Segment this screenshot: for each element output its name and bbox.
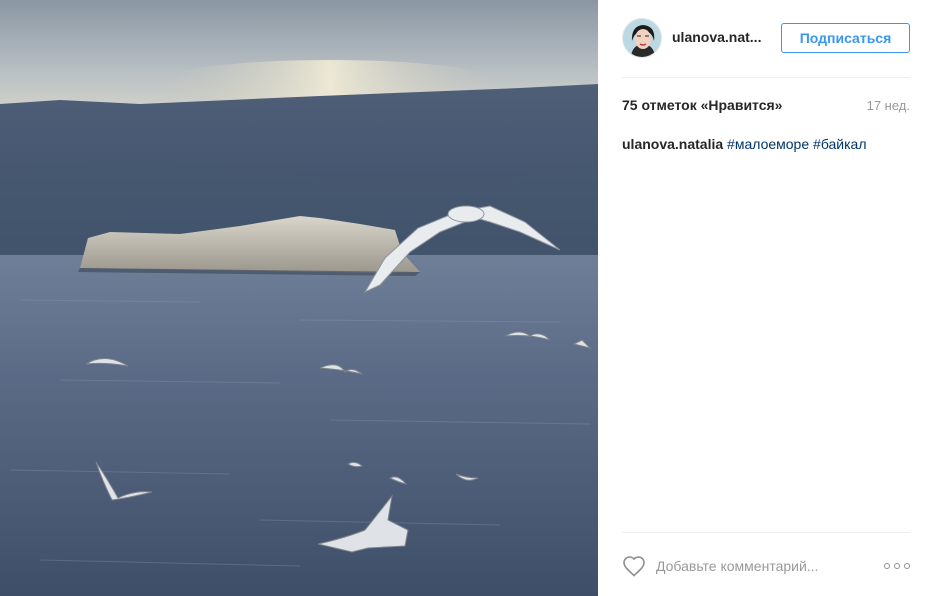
hashtag-link[interactable]: #малоеморе (727, 136, 809, 152)
dot (894, 563, 900, 569)
likes-row: 75 отметок «Нравится» 17 нед. (622, 97, 910, 117)
more-options-icon[interactable] (884, 560, 910, 572)
dot (904, 563, 910, 569)
caption-author-link[interactable]: ulanova.natalia (622, 136, 723, 152)
likes-count[interactable]: 75 отметок «Нравится» (622, 97, 782, 113)
follow-button[interactable]: Подписаться (781, 23, 910, 53)
post-details-panel: ulanova.nat... Подписаться 75 отметок «Н… (598, 0, 926, 596)
comment-input[interactable] (656, 554, 876, 578)
seagulls-lake-photo (0, 0, 598, 596)
username-link[interactable]: ulanova.nat... (672, 29, 761, 45)
comment-bar (622, 552, 910, 580)
post-header: ulanova.nat... Подписаться (622, 18, 910, 62)
comment-divider (622, 532, 910, 533)
dot (884, 563, 890, 569)
post-timestamp[interactable]: 17 нед. (867, 98, 910, 113)
profile-avatar-image (623, 19, 661, 57)
heart-outline-icon[interactable] (622, 555, 646, 577)
post-photo[interactable] (0, 0, 598, 596)
post-caption: ulanova.natalia #малоеморе #байкал (622, 136, 867, 152)
hashtag-link[interactable]: #байкал (813, 136, 866, 152)
header-divider (622, 77, 910, 78)
avatar[interactable] (622, 18, 662, 58)
